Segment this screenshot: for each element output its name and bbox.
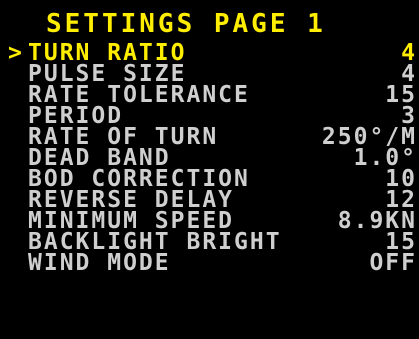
menu-item-wind-mode[interactable]: WIND MODE OFF [8, 250, 417, 276]
item-value: OFF [369, 250, 417, 276]
settings-screen: SETTINGS PAGE 1 > TURN RATIO 4 PULSE SIZ… [0, 0, 419, 316]
item-label: WIND MODE [28, 250, 171, 276]
settings-menu: > TURN RATIO 4 PULSE SIZE 4 RATE TOLERAN… [8, 40, 417, 276]
selection-cursor-icon: > [8, 40, 22, 66]
page-title: SETTINGS PAGE 1 [46, 9, 326, 39]
